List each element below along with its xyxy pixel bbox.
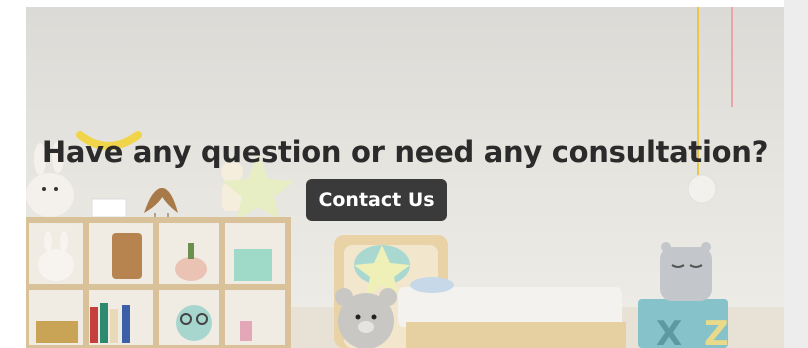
banner-headline: Have any question or need any consultati… [41, 135, 769, 170]
consultation-banner: X Z Have any question or need any consul… [26, 7, 784, 348]
left-margin [0, 0, 26, 348]
svg-text:Z: Z [704, 314, 729, 348]
svg-text:X: X [656, 314, 682, 348]
right-margin [784, 0, 808, 348]
toy-chest-icon: X Z [638, 299, 729, 348]
page-frame: X Z Have any question or need any consul… [0, 0, 808, 348]
bird-figurines-icon [144, 188, 178, 219]
contact-us-button[interactable]: Contact Us [306, 179, 447, 221]
nursery-background-image: X Z [26, 7, 784, 348]
